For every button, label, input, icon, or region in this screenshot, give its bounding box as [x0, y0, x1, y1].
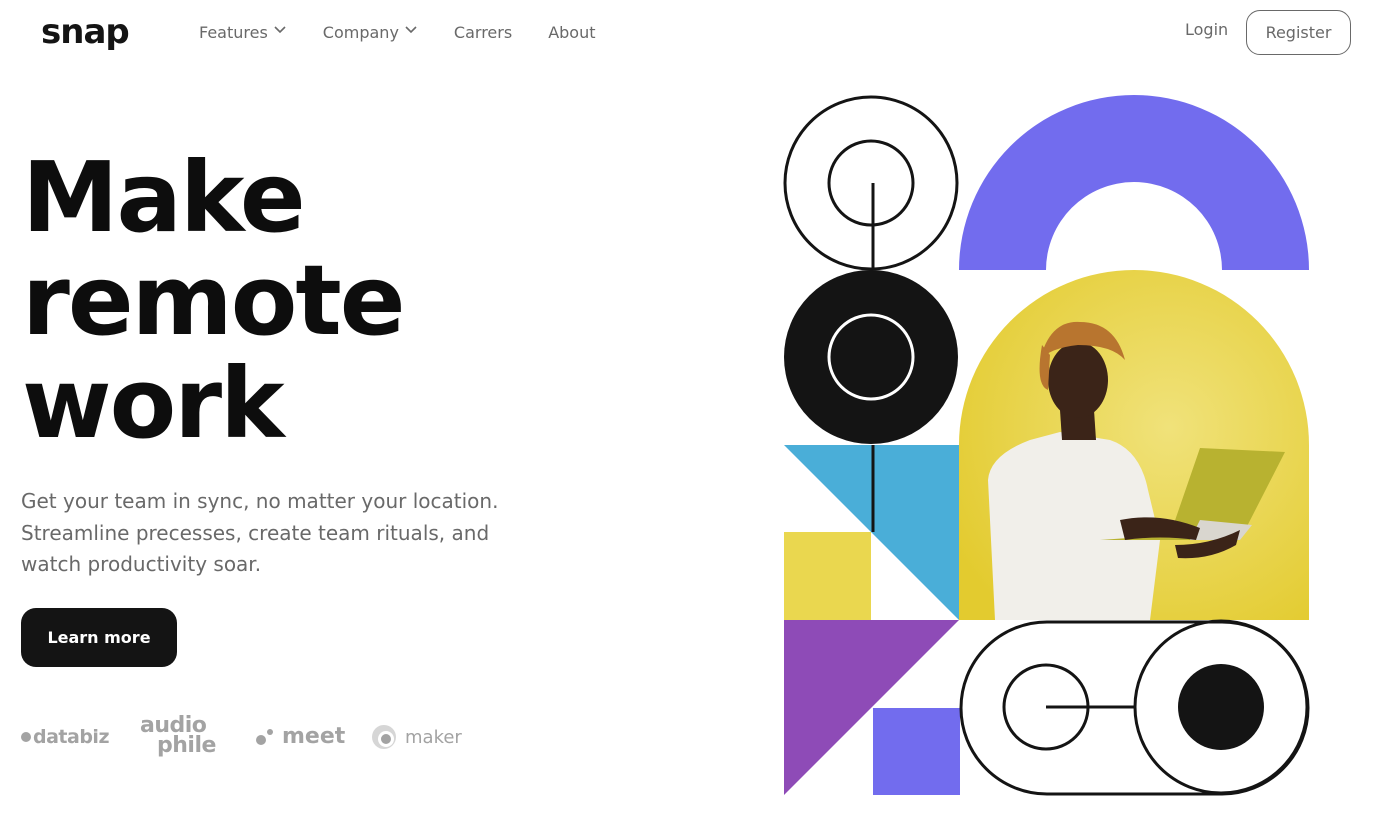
databiz-logo: databiz	[21, 726, 110, 748]
audiophile-logo: audio phile	[140, 715, 216, 758]
ring-outline-shape	[783, 95, 959, 271]
login-link[interactable]: Login	[1185, 20, 1228, 39]
nav-features[interactable]: Features	[199, 20, 287, 44]
nav-features-label: Features	[199, 22, 268, 42]
learn-more-button[interactable]: Learn more	[21, 608, 177, 667]
headline-line-2: remote	[22, 244, 405, 357]
chevron-down-icon	[405, 26, 417, 34]
purple-arch-shape	[959, 95, 1309, 270]
snap-logo[interactable]: snap	[41, 12, 130, 52]
maker-circle-icon	[372, 725, 396, 749]
maker-label: maker	[405, 726, 462, 748]
nav-careers-label: Carrers	[453, 22, 513, 42]
chevron-down-icon	[274, 26, 286, 34]
nav-about-label: About	[548, 22, 596, 42]
meet-label: meet	[282, 724, 346, 749]
hero-headline: Make remote work	[22, 141, 405, 460]
databiz-label: databiz	[33, 726, 110, 748]
nav-about[interactable]: About	[548, 20, 595, 44]
nav-company-label: Company	[322, 22, 399, 42]
hero-subcopy: Get your team in sync, no matter your lo…	[21, 489, 499, 576]
yellow-square-shape	[784, 532, 871, 620]
meet-logo: meet	[256, 724, 345, 749]
databiz-dot-icon	[21, 732, 31, 742]
nav-careers[interactable]: Carrers	[454, 20, 512, 44]
register-button[interactable]: Register	[1246, 10, 1351, 55]
audiophile-bottom-label: phile	[157, 733, 216, 758]
headline-line-1: Make	[22, 141, 306, 254]
headline-line-3: work	[22, 347, 285, 460]
toggle-pill-shape	[959, 619, 1310, 796]
nav-company[interactable]: Company	[323, 20, 418, 44]
meet-dots-icon	[256, 727, 276, 747]
black-circle-shape	[784, 270, 958, 444]
main-nav: Features Company Carrers About	[199, 20, 632, 44]
purple-square-shape	[873, 708, 960, 795]
hero-photo	[959, 270, 1309, 620]
maker-logo: maker	[371, 724, 462, 750]
